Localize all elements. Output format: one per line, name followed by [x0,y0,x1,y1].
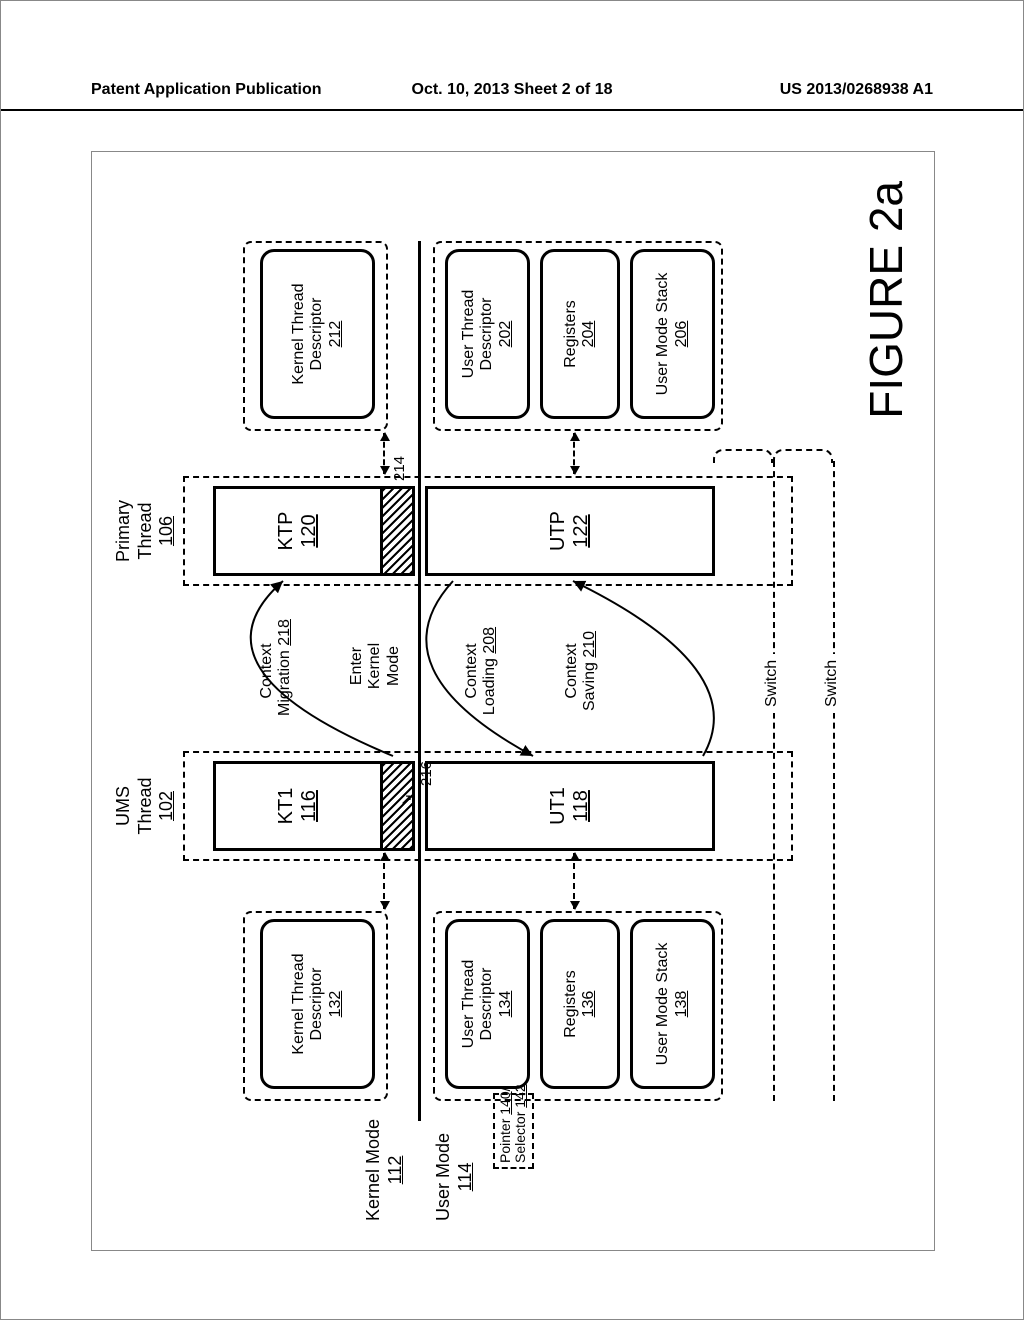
kernel-mode-label: Kernel Mode 112 [363,1119,406,1221]
left-utd-label: User Thread Descriptor [460,960,497,1049]
ut1-num: 118 [570,790,593,822]
context-loading-label: Context Loading 208 [463,626,500,716]
left-utd-box: User Thread Descriptor 134 [445,919,530,1089]
ums-thread-text: UMS Thread [113,777,155,834]
kt1-box: KT1 116 [213,761,383,851]
right-utd-label: User Thread Descriptor [460,290,497,379]
context-loading-num: 208 [481,627,498,654]
context-loading-text: Context Loading [463,643,498,715]
user-mode-num: 114 [455,1163,475,1192]
left-ums-label: User Mode Stack [654,943,672,1066]
context-migration-label: Context Migration 218 [258,626,295,716]
right-ktd-box: Kernel Thread Descriptor 212 [260,249,375,419]
enter-kernel-label: Enter Kernel Mode [348,631,403,701]
right-ktd-num: 212 [327,321,345,348]
left-user-group: User Thread Descriptor 134 Registers 136… [433,911,723,1101]
ktp-hatch [383,486,415,576]
callout-214-num: 214 [391,456,408,481]
ut1-box: UT1 118 [425,761,715,851]
ktp-num: 120 [298,514,321,547]
right-ktd-label: Kernel Thread Descriptor [290,283,327,384]
switch-line-1 [773,461,775,1101]
kernel-mode-text: Kernel Mode [363,1119,383,1221]
utp-box: UTP 122 [425,486,715,576]
right-ums-label: User Mode Stack [654,273,672,396]
pointer-selector-box: Pointer 140/ Selector 142 [493,1093,534,1169]
kt1-num: 116 [298,790,321,822]
right-reg-num: 204 [580,321,598,348]
callout-216-num: 216 [418,761,435,786]
page-root: Patent Application Publication Oct. 10, … [0,0,1024,1320]
left-ums-num: 138 [673,991,691,1018]
switch-label-2: Switch [823,654,841,713]
context-saving-label: Context Saving 210 [563,626,600,716]
left-ktd-box: Kernel Thread Descriptor 132 [260,919,375,1089]
ums-thread-label: UMS Thread 102 [113,766,178,846]
left-utd-num: 134 [497,991,515,1018]
kt1-label: KT1 [275,788,298,825]
callout-216: ↘ 216 [418,761,435,786]
pointer-num: 140 [497,1091,513,1114]
context-loading-arrow [413,576,663,761]
context-migration-text: Context Migration [258,643,293,716]
user-mode-text: User Mode [433,1133,453,1221]
figure-label: FIGURE 2a [859,181,913,419]
right-utd-box: User Thread Descriptor 202 [445,249,530,419]
left-ktd-label: Kernel Thread Descriptor [290,953,327,1054]
enter-kernel-text: Enter Kernel Mode [348,643,402,689]
mode-divider [418,241,421,1121]
left-reg-num: 136 [580,991,598,1018]
ktp-label: KTP [275,512,298,551]
ut1-label: UT1 [547,787,570,825]
right-ums-num: 206 [673,321,691,348]
left-reg-label: Registers [562,970,580,1038]
left-ums-box: User Mode Stack 138 [630,919,715,1089]
kernel-mode-num: 112 [385,1156,405,1185]
header-left: Patent Application Publication [91,81,322,99]
callout-214: 214 [391,456,408,481]
right-user-connector [573,433,581,474]
switch-line-2 [833,461,835,1101]
utp-num: 122 [570,514,593,547]
right-kernel-group: Kernel Thread Descriptor 212 [243,241,388,431]
left-reg-box: Registers 136 [540,919,620,1089]
left-kernel-group: Kernel Thread Descriptor 132 [243,911,388,1101]
left-user-connector [573,853,581,909]
right-utd-num: 202 [497,321,515,348]
diagram-frame: FIGURE 2a Kernel Mode 112 User Mode 114 … [91,151,935,1251]
primary-thread-num: 106 [156,516,176,546]
header-right: US 2013/0268938 A1 [780,81,933,99]
kt1-hatch [383,761,415,851]
utp-label: UTP [547,511,570,551]
ktp-box: KTP 120 [213,486,383,576]
user-mode-label: User Mode 114 [433,1133,476,1221]
right-reg-box: Registers 204 [540,249,620,419]
ums-thread-num: 102 [156,791,176,821]
right-reg-label: Registers [562,300,580,368]
right-ums-box: User Mode Stack 206 [630,249,715,419]
right-user-group: User Thread Descriptor 202 Registers 204… [433,241,723,431]
diagram: FIGURE 2a Kernel Mode 112 User Mode 114 … [113,181,913,1221]
primary-thread-label: Primary Thread 106 [113,491,178,571]
context-migration-num: 218 [276,619,293,646]
right-kernel-connector [383,433,391,474]
context-saving-num: 210 [581,631,598,658]
switch-hook-2 [773,449,833,463]
switch-label-1: Switch [763,654,781,713]
left-ktd-num: 132 [327,991,345,1018]
pointer-label: Pointer [497,1119,513,1163]
header: Patent Application Publication Oct. 10, … [1,71,1023,111]
header-center: Oct. 10, 2013 Sheet 2 of 18 [412,81,613,99]
selector-num: 142 [512,1084,528,1107]
switch-hook-1 [713,449,773,463]
selector-label: Selector [512,1112,528,1163]
primary-thread-text: Primary Thread [113,500,155,562]
left-kernel-connector [383,853,391,909]
